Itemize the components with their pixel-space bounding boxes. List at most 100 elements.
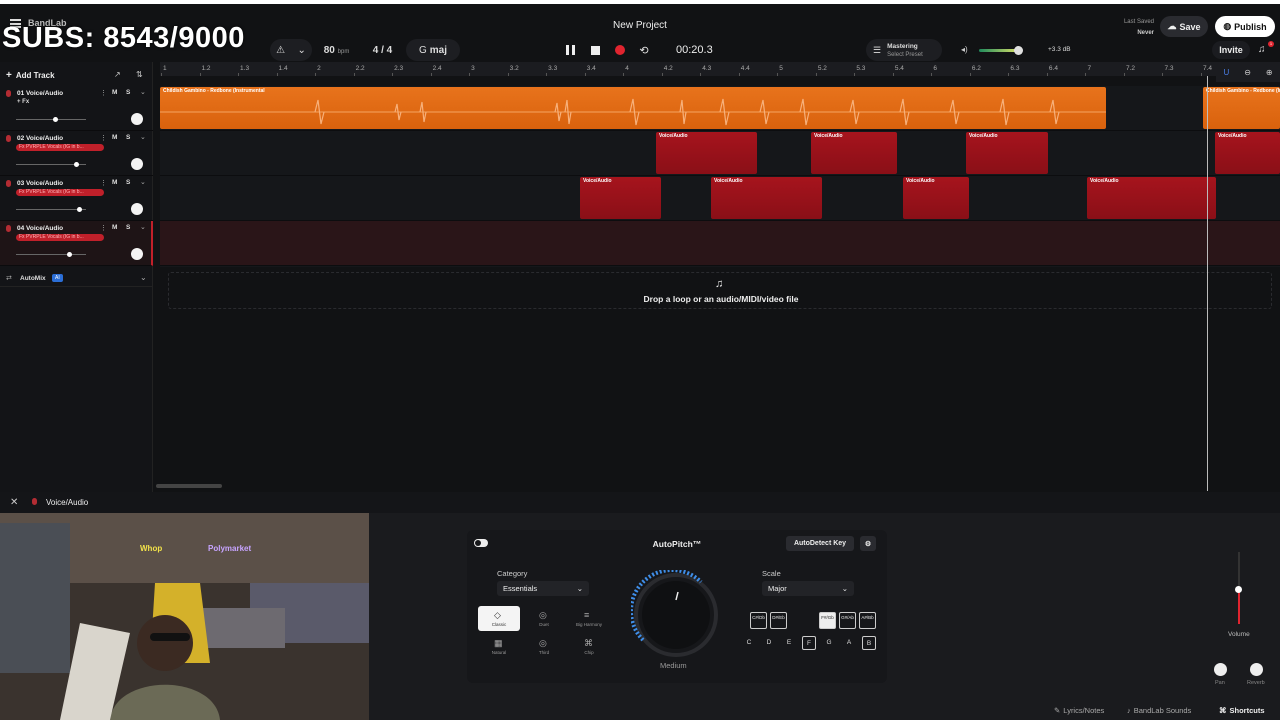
fx-button[interactable]: Fx PVRPLE Vocals (IG in b... <box>16 144 104 151</box>
note-key[interactable]: D <box>762 636 776 650</box>
automix-row[interactable]: ⇄ AutoMix AI ⌄ <box>0 270 153 287</box>
chevron-down-icon[interactable]: ⌄ <box>140 88 146 96</box>
bpm-value[interactable]: 80 <box>324 45 335 56</box>
pause-button[interactable] <box>562 42 578 58</box>
track-header[interactable]: 04 Voice/Audio ⋮ M S ⌄ Fx PVRPLE Vocals … <box>0 221 153 266</box>
sharp-note-key[interactable]: C#/Db <box>750 612 767 629</box>
category-select[interactable]: Essentials ⌄ <box>497 581 589 596</box>
note-key[interactable]: F <box>802 636 816 650</box>
instrumental-clip-2[interactable]: Childish Gambino - Redbone (Instrumental <box>1203 87 1280 129</box>
time-signature[interactable]: 4 / 4 <box>373 45 392 56</box>
stop-button[interactable] <box>587 42 603 58</box>
zoom-in-icon[interactable]: ⊕ <box>1266 68 1273 82</box>
speaker-icon[interactable]: ◂) <box>961 45 968 54</box>
key-selector[interactable]: Gmaj <box>406 39 460 61</box>
fx-button[interactable]: Fx PVRPLE Vocals (IG in b... <box>16 189 104 196</box>
volume-fader[interactable] <box>1235 552 1242 624</box>
close-icon[interactable]: ✕ <box>10 497 18 508</box>
strength-knob[interactable] <box>631 570 721 660</box>
solo-button[interactable]: S <box>126 224 130 231</box>
record-arm-icon[interactable] <box>6 135 11 142</box>
record-arm-icon[interactable] <box>6 90 11 97</box>
arrange-icon[interactable]: ⇅ <box>136 70 143 79</box>
automation-icon[interactable]: ↗ <box>114 70 121 79</box>
lyrics-notes-button[interactable]: ✎ Lyrics/Notes <box>1054 702 1104 718</box>
note-key[interactable]: E <box>782 636 796 650</box>
pan-knob[interactable] <box>1214 663 1227 676</box>
chevron-down-icon[interactable]: ⌄ <box>140 178 146 186</box>
chevron-down-icon[interactable]: ⌄ <box>140 223 146 231</box>
metronome-menu[interactable]: ⚠ ⌄ <box>270 39 312 61</box>
save-button[interactable]: ☁ Save <box>1160 16 1208 37</box>
mastering-button[interactable]: ☰ Mastering Select Preset <box>866 39 942 61</box>
mute-button[interactable]: M <box>112 89 117 96</box>
mode-third[interactable]: ◎ Third <box>523 634 565 659</box>
sharp-note-key[interactable]: A#/Bb <box>859 612 876 629</box>
lane-4-selected[interactable] <box>160 221 1280 266</box>
note-key[interactable]: G <box>822 636 836 650</box>
pan-knob[interactable] <box>131 248 143 260</box>
track-header[interactable]: 01 Voice/Audio ⋮ M S ⌄ + Fx <box>0 86 153 131</box>
solo-button[interactable]: S <box>126 134 130 141</box>
fader-handle[interactable] <box>1235 586 1242 593</box>
mute-button[interactable]: M <box>112 224 117 231</box>
volume-handle[interactable] <box>66 252 72 257</box>
mode-duet[interactable]: ◎ Duet <box>523 606 565 631</box>
track-name[interactable]: 03 Voice/Audio <box>17 180 63 187</box>
lane-2[interactable]: Voice/Audio Voice/Audio Voice/Audio Voic… <box>160 131 1280 176</box>
track-volume-slider[interactable] <box>16 252 86 257</box>
volume-handle[interactable] <box>52 117 58 122</box>
add-track-button[interactable]: + Add Track <box>6 68 55 83</box>
track-volume-slider[interactable] <box>16 117 86 122</box>
voice-clip[interactable]: Voice/Audio <box>811 132 897 174</box>
project-title[interactable]: New Project <box>590 20 690 31</box>
mode-chip[interactable]: ⌘ Chip <box>568 634 610 659</box>
solo-button[interactable]: S <box>126 179 130 186</box>
bell-icon[interactable]: ♫ <box>1258 44 1266 55</box>
volume-handle[interactable] <box>77 207 82 212</box>
fx-button[interactable]: + Fx <box>17 99 29 105</box>
record-arm-icon[interactable] <box>6 225 11 232</box>
mode-big-harmony[interactable]: ≡ Big Harmony <box>568 606 610 631</box>
mode-natural[interactable]: ▦ Natural <box>478 634 520 659</box>
sharp-note-key[interactable]: G#/Ab <box>839 612 856 629</box>
more-icon[interactable]: ⋮ <box>100 179 107 187</box>
master-volume-handle[interactable] <box>1014 46 1023 55</box>
horizontal-scrollbar[interactable] <box>156 484 222 488</box>
voice-clip[interactable]: Voice/Audio <box>580 177 661 219</box>
drop-zone[interactable]: ♫ Drop a loop or an audio/MIDI/video fil… <box>168 272 1272 309</box>
voice-clip[interactable]: Voice/Audio <box>711 177 822 219</box>
voice-clip[interactable]: Voice/Audio <box>656 132 757 174</box>
magnet-icon[interactable]: U <box>1223 68 1229 82</box>
invite-button[interactable]: Invite <box>1212 41 1250 59</box>
solo-button[interactable]: S <box>126 89 130 96</box>
mode-classic[interactable]: ◇ Classic <box>478 606 520 631</box>
note-key[interactable]: A <box>842 636 856 650</box>
lane-1[interactable]: Childish Gambino - Redbone (Instrumental… <box>160 86 1280 131</box>
mute-button[interactable]: M <box>112 179 117 186</box>
reverb-knob[interactable] <box>1250 663 1263 676</box>
fx-button[interactable]: Fx PVRPLE Vocals (IG in b... <box>16 234 104 241</box>
track-volume-slider[interactable] <box>16 162 86 167</box>
loop-button[interactable]: ⟲ <box>636 42 652 58</box>
lane-3[interactable]: Voice/Audio Voice/Audio Voice/Audio Voic… <box>160 176 1280 221</box>
playhead[interactable] <box>1207 76 1208 491</box>
track-volume-slider[interactable] <box>16 207 86 212</box>
voice-clip[interactable]: Voice/Audio <box>903 177 969 219</box>
mute-button[interactable]: M <box>112 134 117 141</box>
note-key[interactable]: B <box>862 636 876 650</box>
track-name[interactable]: 04 Voice/Audio <box>17 225 63 232</box>
timeline-ruler[interactable]: 1 1.2 1.3 1.4 2 2.2 2.3 2.4 3 3.2 3.3 3.4 4 4.2 4.3 4.4… <box>160 62 1280 76</box>
voice-clip[interactable]: Voice/Audio <box>1215 132 1280 174</box>
track-name[interactable]: 02 Voice/Audio <box>17 135 63 142</box>
publish-button[interactable]: ◍ Publish <box>1215 16 1275 37</box>
zoom-out-icon[interactable]: ⊖ <box>1244 68 1251 82</box>
record-arm-icon[interactable] <box>6 180 11 187</box>
volume-handle[interactable] <box>73 162 79 167</box>
track-name[interactable]: 01 Voice/Audio <box>17 90 63 97</box>
sharp-note-key[interactable]: F#/Gb <box>819 612 836 629</box>
voice-clip[interactable]: Voice/Audio <box>1087 177 1216 219</box>
shortcuts-button[interactable]: ⌘ Shortcuts <box>1219 702 1265 718</box>
pan-knob[interactable] <box>131 113 143 125</box>
track-header[interactable]: 03 Voice/Audio ⋮ M S ⌄ Fx PVRPLE Vocals … <box>0 176 153 221</box>
